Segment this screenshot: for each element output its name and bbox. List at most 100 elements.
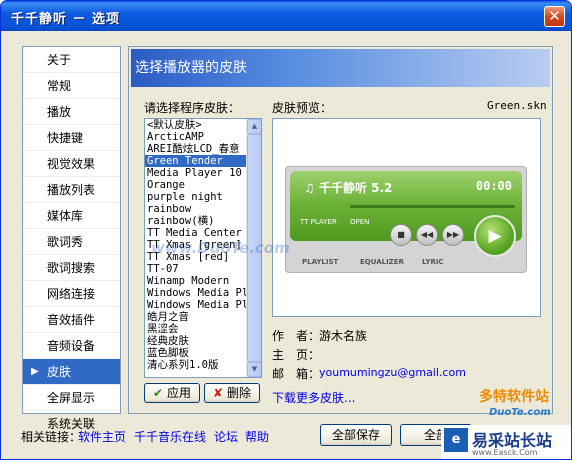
skin-list-item[interactable]: rainbow(横) bbox=[145, 215, 247, 227]
yicai-logo: e 易采站长站 www.Easck.Com bbox=[441, 425, 571, 459]
nav-item-label: 歌词秀 bbox=[47, 235, 84, 249]
link-forum[interactable]: 论坛 bbox=[214, 428, 238, 445]
skin-list-item[interactable]: 皓月之音 bbox=[145, 311, 247, 323]
nav-item[interactable]: 播放 bbox=[23, 99, 120, 125]
scroll-up-button[interactable]: ▲ bbox=[247, 119, 261, 134]
nav-item-label: 关于 bbox=[47, 53, 72, 67]
skin-list-item[interactable]: purple night bbox=[145, 191, 247, 203]
close-button[interactable]: ✕ bbox=[544, 6, 565, 27]
link-music-online[interactable]: 千千音乐在线 bbox=[134, 428, 206, 445]
music-note-icon: ♫ bbox=[304, 181, 319, 195]
nav-item[interactable]: ▶ 皮肤 bbox=[23, 359, 120, 385]
player-title: ♫ 千千静听 5.2 bbox=[304, 181, 393, 195]
nav-item-label: 媒体库 bbox=[47, 209, 84, 223]
player-time: 00:00 bbox=[475, 179, 512, 193]
title-bar[interactable]: 千千静听 － 选项 ✕ bbox=[1, 1, 571, 31]
duote-domain-text: DuoTe.com bbox=[489, 407, 551, 418]
skin-list-item[interactable]: <默认皮肤> bbox=[145, 119, 247, 131]
nav-item[interactable]: 媒体库 bbox=[23, 203, 120, 229]
nav-item[interactable]: 播放列表 bbox=[23, 177, 120, 203]
scroll-up-icon: ▲ bbox=[251, 122, 258, 130]
nav-item-label: 视觉效果 bbox=[47, 157, 96, 171]
nav-item-label: 播放 bbox=[47, 105, 72, 119]
yicai-logo-icon: e bbox=[444, 428, 468, 452]
skin-list-item[interactable]: Orange bbox=[145, 179, 247, 191]
nav-item[interactable]: 音效插件 bbox=[23, 307, 120, 333]
nav-item-label: 音效插件 bbox=[47, 313, 96, 327]
previous-icon: ◀◀ bbox=[416, 224, 438, 246]
panel-header: 选择播放器的皮肤 bbox=[131, 49, 550, 87]
email-label: 邮 箱： bbox=[272, 367, 321, 381]
skin-list-item[interactable]: 黑涩会 bbox=[145, 323, 247, 335]
email-link[interactable]: youmumingzu@gmail.com bbox=[319, 366, 466, 379]
stop-icon: ■ bbox=[390, 224, 412, 246]
nav-item[interactable]: 全屏显示 bbox=[23, 385, 120, 411]
delete-label: 删除 bbox=[227, 386, 252, 400]
skin-list-item[interactable]: 经典皮肤 bbox=[145, 335, 247, 347]
nav-item[interactable]: 歌词搜索 bbox=[23, 255, 120, 281]
save-all-button[interactable]: 全部保存 bbox=[320, 424, 392, 446]
delete-button[interactable]: ✘ 删除 bbox=[204, 383, 260, 403]
nav-item-label: 播放列表 bbox=[47, 183, 96, 197]
nav-item[interactable]: 视觉效果 bbox=[23, 151, 120, 177]
player-tab-playlist: PLAYLIST bbox=[302, 258, 339, 266]
skin-list-item[interactable]: Windows Media Pl bbox=[145, 299, 247, 311]
preview-file-name: Green.skn bbox=[487, 99, 547, 112]
options-nav: 关于常规播放快捷键视觉效果播放列表媒体库歌词秀歌词搜索网络连接音效插件音频设备 ▶… bbox=[22, 46, 121, 437]
download-more-skins-link[interactable]: 下载更多皮肤... bbox=[272, 389, 355, 406]
nav-item-label: 音频设备 bbox=[47, 339, 96, 353]
nav-item[interactable]: 快捷键 bbox=[23, 125, 120, 151]
nav-item-label: 皮肤 bbox=[47, 365, 72, 379]
scroll-down-button[interactable]: ▼ bbox=[247, 362, 261, 377]
player-preview-image: ♫ 千千静听 5.2 00:00 TT PLAYER OPEN ■ ◀◀ ▶▶ … bbox=[285, 166, 527, 273]
nav-item-label: 网络连接 bbox=[47, 287, 96, 301]
nav-item[interactable]: 关于 bbox=[23, 47, 120, 73]
player-tab-equalizer: EQUALIZER bbox=[360, 258, 404, 266]
link-software-home[interactable]: 软件主页 bbox=[78, 428, 126, 445]
link-help[interactable]: 帮助 bbox=[245, 428, 269, 445]
skin-list-item[interactable]: ArcticAMP bbox=[145, 131, 247, 143]
skin-list-item[interactable]: rainbow bbox=[145, 203, 247, 215]
selected-arrow-icon: ▶ bbox=[31, 366, 39, 377]
skin-list-item[interactable]: 蓝色脚板 bbox=[145, 347, 247, 359]
nav-item-label: 快捷键 bbox=[47, 131, 84, 145]
yicai-url-text: www.Easck.Com bbox=[472, 448, 538, 457]
nav-item-label: 常规 bbox=[47, 79, 72, 93]
play-icon: ▶ bbox=[474, 215, 516, 257]
nav-item[interactable]: 网络连接 bbox=[23, 281, 120, 307]
player-open-label: OPEN bbox=[350, 218, 370, 226]
skin-list-item[interactable]: 清心系列1.0版 bbox=[145, 359, 247, 371]
skin-list-item[interactable]: TT Media Center bbox=[145, 227, 247, 239]
player-progress-bar bbox=[350, 205, 515, 208]
duote-watermark-text: www.DuoTe.com bbox=[151, 239, 290, 257]
apply-label: 应用 bbox=[167, 386, 192, 400]
scroll-down-icon: ▼ bbox=[251, 365, 258, 373]
delete-icon: ✘ bbox=[212, 386, 224, 400]
apply-button[interactable]: ✔ 应用 bbox=[144, 383, 200, 403]
skin-list-item[interactable]: TT-07 bbox=[145, 263, 247, 275]
skin-list-item[interactable]: Winamp Modern bbox=[145, 275, 247, 287]
nav-item[interactable]: 歌词秀 bbox=[23, 229, 120, 255]
skin-list-item[interactable]: Media Player 10 bbox=[145, 167, 247, 179]
duote-logo-text: 多特软件站 bbox=[479, 389, 549, 405]
nav-item-label: 歌词搜索 bbox=[47, 261, 96, 275]
check-icon: ✔ bbox=[152, 386, 164, 400]
related-links-label: 相关链接： bbox=[21, 430, 82, 444]
player-tabs: PLAYLIST EQUALIZER LYRIC bbox=[290, 255, 522, 270]
skin-list-label: 请选择程序皮肤： bbox=[144, 101, 241, 115]
preview-label: 皮肤预览： bbox=[272, 101, 333, 115]
window-title: 千千静听 － 选项 bbox=[11, 12, 121, 27]
author-value: 游木名族 bbox=[319, 329, 368, 343]
close-icon: ✕ bbox=[548, 7, 561, 25]
homepage-label: 主 页： bbox=[272, 348, 321, 362]
next-icon: ▶▶ bbox=[442, 224, 464, 246]
player-brand: TT PLAYER bbox=[300, 218, 337, 226]
skin-list-item[interactable]: AREI酷炫LCD_春意 bbox=[145, 143, 247, 155]
nav-item-label: 全屏显示 bbox=[47, 391, 96, 405]
skin-list-item[interactable]: Green Tender bbox=[145, 155, 247, 167]
player-tab-lyric: LYRIC bbox=[422, 258, 444, 266]
nav-item[interactable]: 常规 bbox=[23, 73, 120, 99]
nav-item[interactable]: 音频设备 bbox=[23, 333, 120, 359]
author-label: 作 者： bbox=[272, 329, 321, 343]
skin-list-item[interactable]: Windows Media Pl bbox=[145, 287, 247, 299]
